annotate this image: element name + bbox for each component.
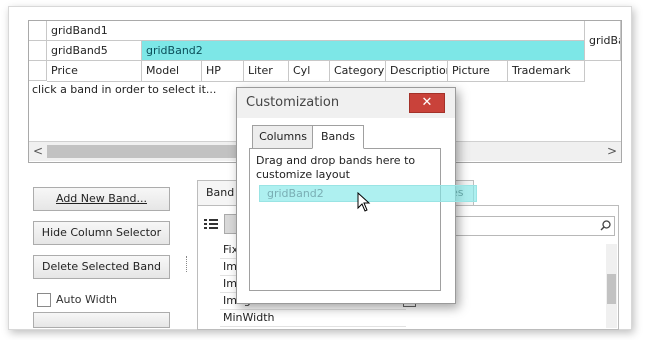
close-button[interactable]: ✕ [409, 93, 445, 113]
grid-hint-text: click a band in order to select it... [32, 83, 217, 96]
property-search-input[interactable] [453, 216, 615, 236]
delete-selected-band-button[interactable]: Delete Selected Band [33, 255, 170, 279]
property-vertical-scrollbar[interactable] [606, 244, 617, 328]
add-new-band-button[interactable]: Add New Band... [33, 187, 170, 211]
grid-indicator-cell [29, 41, 47, 61]
dialog-titlebar[interactable]: Customization ✕ [237, 88, 455, 118]
column-header[interactable]: Model [142, 61, 202, 82]
scroll-left-icon[interactable]: < [33, 144, 43, 158]
band-gridBand-right[interactable]: gridBa [585, 21, 621, 61]
scrollbar-thumb[interactable] [607, 274, 616, 304]
grid-indicator-cell [29, 21, 47, 41]
categorized-icon[interactable] [204, 218, 218, 230]
search-icon [600, 220, 611, 231]
hide-column-selector-button[interactable]: Hide Column Selector [33, 221, 170, 245]
customization-dialog: Customization ✕ Columns Bands Drag and d… [236, 87, 477, 304]
column-header[interactable]: Picture [448, 61, 508, 82]
mouse-cursor-icon [357, 192, 371, 212]
property-row[interactable]: MinWidth [220, 310, 406, 327]
close-icon: ✕ [421, 95, 433, 110]
grid-indicator-cell [29, 61, 47, 81]
tab-columns[interactable]: Columns [252, 125, 314, 149]
dialog-title: Customization [246, 95, 340, 110]
column-header[interactable]: Liter [244, 61, 289, 82]
band-gridBand2-selected[interactable]: gridBand2 [142, 41, 585, 61]
splitter-handle[interactable] [186, 256, 188, 272]
column-header[interactable]: HP [202, 61, 244, 82]
auto-width-checkbox[interactable] [37, 293, 51, 307]
band-gridBand5[interactable]: gridBand5 [47, 41, 142, 61]
add-new-band-label: Add New Band... [55, 192, 147, 205]
bands-drop-area[interactable]: Drag and drop bands here to customize la… [249, 148, 441, 291]
auto-width-label: Auto Width [56, 293, 117, 306]
column-header[interactable]: Cyl [289, 61, 330, 82]
drop-instructions: Drag and drop bands here to customize la… [256, 154, 416, 181]
column-header[interactable]: Trademark [508, 61, 585, 82]
hidden-button[interactable] [33, 312, 170, 328]
tab-bands[interactable]: Bands [312, 125, 364, 149]
column-header[interactable]: Category [330, 61, 386, 82]
band-gridBand1[interactable]: gridBand1 [47, 21, 585, 41]
column-header[interactable]: Price [47, 61, 142, 82]
column-header[interactable]: Description [386, 61, 448, 82]
scrollbar-thumb[interactable] [47, 145, 257, 158]
scroll-right-icon[interactable]: > [607, 144, 617, 158]
